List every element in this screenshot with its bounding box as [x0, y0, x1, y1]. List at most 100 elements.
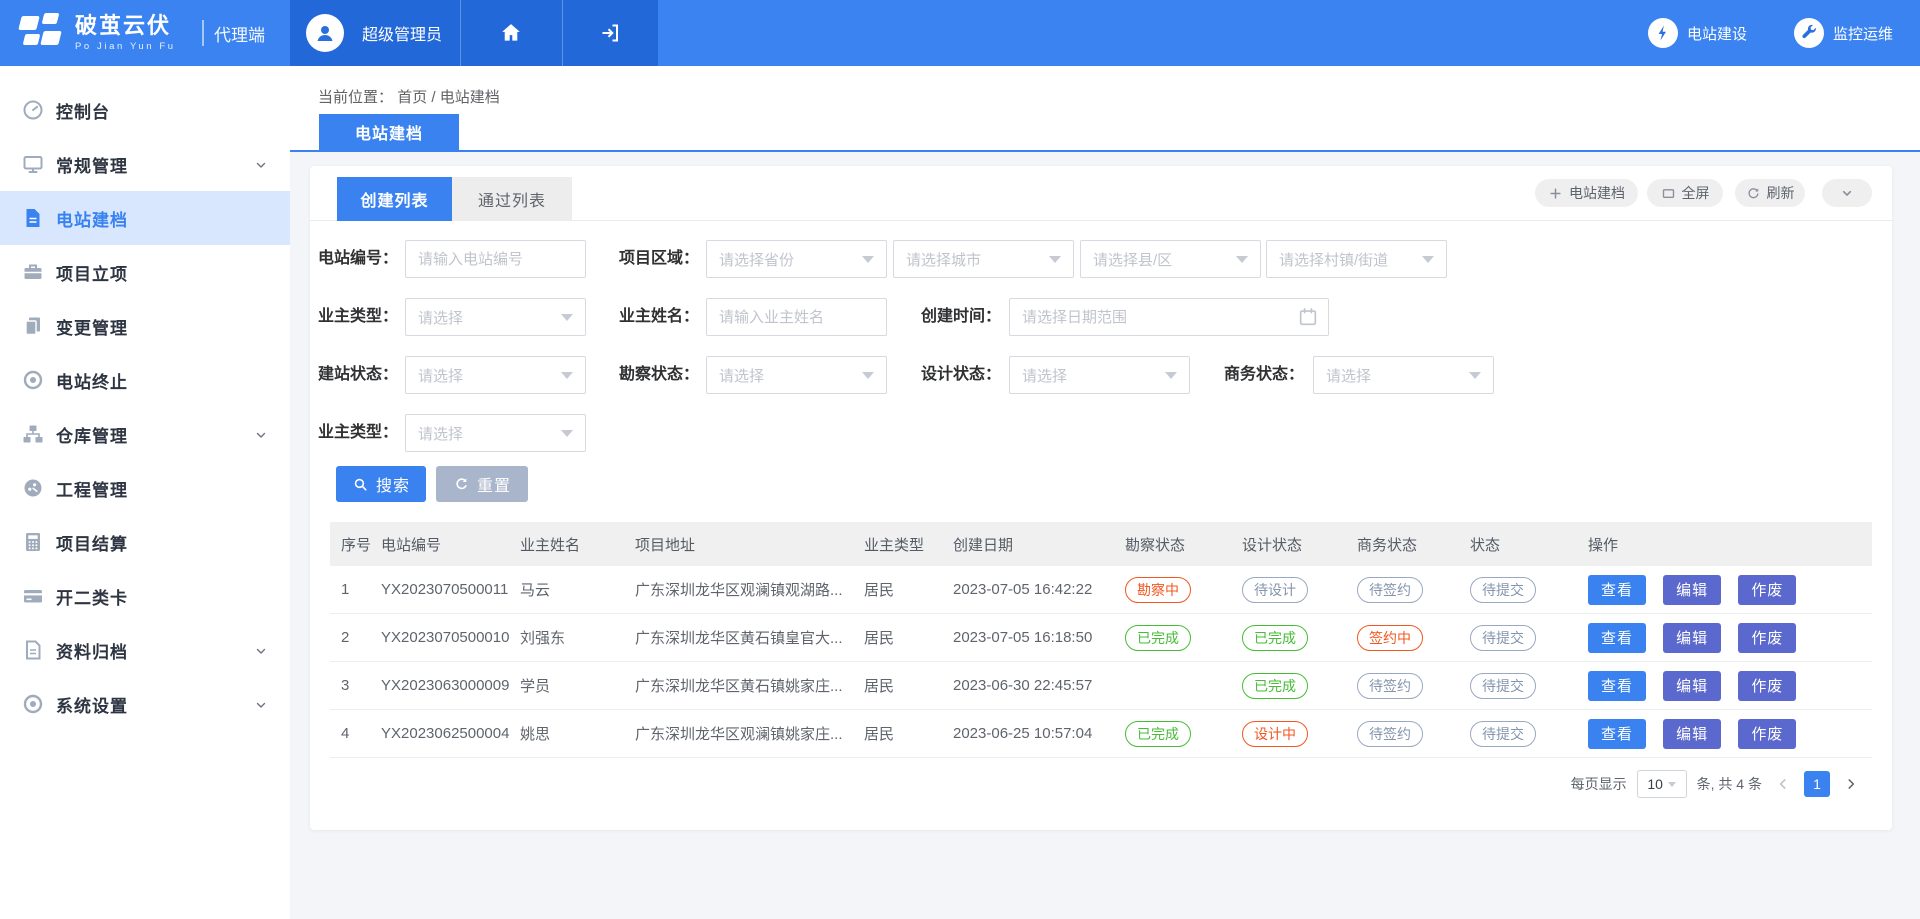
sitemap-icon: [21, 422, 45, 446]
edit-button[interactable]: 编辑: [1663, 575, 1721, 605]
caret-down-icon: [1668, 782, 1676, 787]
sidebar-item-engineering-mgmt[interactable]: 工程管理: [0, 461, 290, 515]
per-page-select[interactable]: 10: [1637, 770, 1687, 798]
build-status-select[interactable]: 请选择: [405, 356, 586, 394]
nav-monitor-ops[interactable]: 监控运维: [1794, 0, 1893, 66]
edit-button[interactable]: 编辑: [1663, 671, 1721, 701]
archive-doc-icon: [21, 638, 45, 662]
sidebar-item-label: 电站终止: [56, 368, 128, 393]
nav-station-build[interactable]: 电站建设: [1648, 0, 1747, 66]
table-row: 3 YX2023063000009 学员 广东深圳龙华区黄石镇姚家庄... 居民…: [330, 662, 1872, 710]
edit-button[interactable]: 编辑: [1663, 719, 1721, 749]
void-button[interactable]: 作废: [1738, 623, 1796, 653]
city-placeholder: 请选择城市: [906, 249, 1043, 270]
current-user-name: 超级管理员: [362, 0, 442, 66]
owner-type-select[interactable]: 请选择: [405, 298, 586, 336]
caret-down-icon: [1049, 256, 1061, 263]
refresh-button[interactable]: 刷新: [1735, 179, 1805, 207]
view-button[interactable]: 查看: [1588, 575, 1646, 605]
sidebar-item-open-type2-card[interactable]: 开二类卡: [0, 569, 290, 623]
owner-name-input[interactable]: [706, 298, 887, 336]
fullscreen-button[interactable]: 全屏: [1647, 179, 1723, 207]
sidebar-item-project-initiation[interactable]: 项目立项: [0, 245, 290, 299]
survey-status-select[interactable]: 请选择: [706, 356, 887, 394]
page-tab-station-filing[interactable]: 电站建档: [319, 114, 459, 150]
sidebar-item-station-termination[interactable]: 电站终止: [0, 353, 290, 407]
user-avatar[interactable]: [306, 14, 344, 52]
void-button[interactable]: 作废: [1738, 575, 1796, 605]
caret-down-icon: [862, 372, 874, 379]
bank-card-icon: [21, 584, 45, 608]
sidebar-item-label: 项目结算: [56, 530, 128, 555]
town-placeholder: 请选择村镇/街道: [1279, 249, 1416, 270]
tab-create-list[interactable]: 创建列表: [337, 177, 452, 221]
current-page-button[interactable]: 1: [1804, 771, 1830, 797]
cell-address: 广东深圳龙华区黄石镇姚家庄...: [635, 675, 864, 696]
prev-page-button[interactable]: [1772, 770, 1794, 798]
province-select[interactable]: 请选择省份: [706, 240, 887, 278]
sidebar-item-system-settings[interactable]: 系统设置: [0, 677, 290, 731]
per-page-label: 每页显示: [1571, 774, 1627, 794]
station-code-input[interactable]: [405, 240, 586, 278]
portal-label: 代理端: [214, 0, 265, 66]
void-button[interactable]: 作废: [1738, 671, 1796, 701]
survey-status-badge: 勘察中: [1125, 577, 1191, 603]
col-header-design: 设计状态: [1242, 534, 1357, 555]
build-status-placeholder: 请选择: [418, 365, 555, 386]
nav-label: 监控运维: [1833, 23, 1893, 44]
plus-icon: [1548, 186, 1563, 201]
business-status-select[interactable]: 请选择: [1313, 356, 1494, 394]
design-status-label: 设计状态：: [893, 356, 1001, 394]
view-button[interactable]: 查看: [1588, 671, 1646, 701]
brand-logo-icon: [18, 13, 62, 53]
cell-owner-type: 居民: [864, 627, 953, 648]
brand-subtitle: Po Jian Yun Fu: [75, 41, 176, 52]
home-button[interactable]: [460, 0, 562, 66]
sidebar-item-archives[interactable]: 资料归档: [0, 623, 290, 677]
sidebar-item-label: 资料归档: [56, 638, 128, 663]
business-status-badge: 签约中: [1357, 625, 1423, 651]
next-page-button[interactable]: [1840, 770, 1862, 798]
sidebar-item-general-mgmt[interactable]: 常规管理: [0, 137, 290, 191]
calendar-icon: [1297, 306, 1319, 333]
col-header-address: 项目地址: [635, 534, 864, 555]
town-select[interactable]: 请选择村镇/街道: [1266, 240, 1447, 278]
city-select[interactable]: 请选择城市: [893, 240, 1074, 278]
sidebar-item-warehouse-mgmt[interactable]: 仓库管理: [0, 407, 290, 461]
search-button[interactable]: 搜索: [336, 466, 426, 502]
view-button[interactable]: 查看: [1588, 623, 1646, 653]
per-page-value: 10: [1647, 776, 1663, 792]
sidebar-item-change-mgmt[interactable]: 变更管理: [0, 299, 290, 353]
void-button[interactable]: 作废: [1738, 719, 1796, 749]
business-status-badge: 待签约: [1357, 577, 1423, 603]
survey-status-badge: 已完成: [1125, 625, 1191, 651]
county-select[interactable]: 请选择县/区: [1080, 240, 1261, 278]
sidebar-item-label: 工程管理: [56, 476, 128, 501]
reset-icon: [453, 476, 470, 493]
breadcrumb-path: 首页 / 电站建档: [397, 89, 500, 106]
reset-button[interactable]: 重置: [436, 466, 528, 502]
date-range-input[interactable]: [1009, 298, 1329, 336]
pagination: 每页显示 10 条, 共 4 条 1: [1571, 770, 1862, 798]
sidebar-item-console[interactable]: 控制台: [0, 83, 290, 137]
add-station-button[interactable]: 电站建档: [1535, 179, 1638, 207]
tab-passed-list[interactable]: 通过列表: [452, 177, 572, 221]
sidebar-item-station-filing[interactable]: 电站建档: [0, 191, 290, 245]
logout-button[interactable]: [562, 0, 658, 66]
design-status-select[interactable]: 请选择: [1009, 356, 1190, 394]
design-status-placeholder: 请选择: [1022, 365, 1159, 386]
edit-button[interactable]: 编辑: [1663, 623, 1721, 653]
document-icon: [21, 206, 45, 230]
briefcase-icon: [21, 260, 45, 284]
chevron-down-icon: [254, 698, 268, 712]
design-status-badge: 待设计: [1242, 577, 1308, 603]
cell-owner-type: 居民: [864, 723, 953, 744]
cell-seq: 2: [341, 629, 381, 646]
sidebar-item-label: 电站建档: [56, 206, 128, 231]
design-status-badge: 已完成: [1242, 673, 1308, 699]
view-button[interactable]: 查看: [1588, 719, 1646, 749]
collapse-panel-button[interactable]: [1822, 179, 1872, 207]
sidebar-item-project-settlement[interactable]: 项目结算: [0, 515, 290, 569]
owner-type2-select[interactable]: 请选择: [405, 414, 586, 452]
province-placeholder: 请选择省份: [719, 249, 856, 270]
